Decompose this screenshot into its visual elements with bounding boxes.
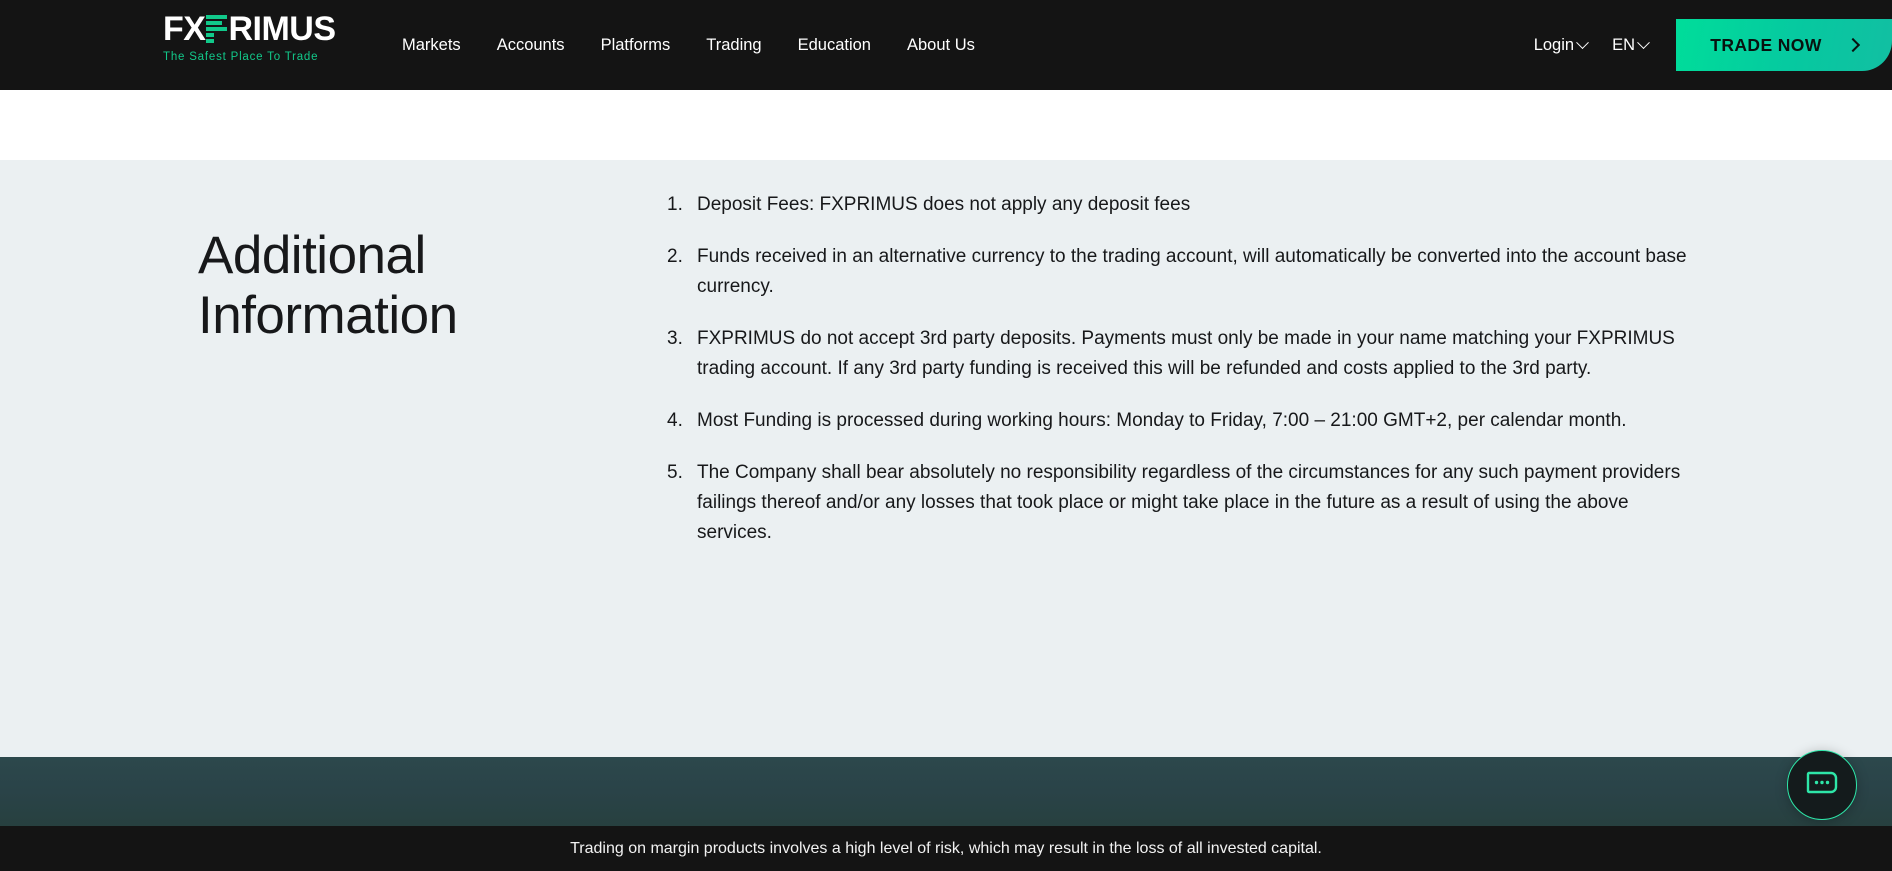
list-item: 3. FXPRIMUS do not accept 3rd party depo… bbox=[667, 324, 1702, 384]
list-item-number: 5. bbox=[667, 462, 683, 483]
logo-suffix: RIMUS bbox=[228, 10, 336, 48]
page-root: FX RIMUS The Safest Place To Trade Marke… bbox=[0, 0, 1892, 871]
list-item: 1. Deposit Fees: FXPRIMUS does not apply… bbox=[667, 190, 1702, 220]
main-navigation: Markets Accounts Platforms Trading Educa… bbox=[402, 0, 975, 90]
nav-item-trading[interactable]: Trading bbox=[706, 36, 761, 55]
site-header: FX RIMUS The Safest Place To Trade Marke… bbox=[0, 0, 1892, 90]
logo-tagline: The Safest Place To Trade bbox=[163, 51, 319, 63]
list-item-text: Most Funding is processed during working… bbox=[697, 410, 1627, 431]
additional-information-section: Additional Information 1. Deposit Fees: … bbox=[0, 160, 1892, 757]
list-item-text: Deposit Fees: FXPRIMUS does not apply an… bbox=[697, 194, 1191, 215]
logo-prefix: FX bbox=[163, 10, 206, 48]
chevron-right-icon bbox=[1845, 37, 1860, 53]
logo-p-glyph-icon bbox=[206, 15, 228, 43]
additional-information-list: 1. Deposit Fees: FXPRIMUS does not apply… bbox=[667, 190, 1702, 570]
trade-now-label: TRADE NOW bbox=[1710, 34, 1822, 55]
nav-item-education[interactable]: Education bbox=[798, 36, 871, 55]
list-item-text: Funds received in an alternative currenc… bbox=[697, 246, 1687, 297]
language-label: EN bbox=[1612, 35, 1635, 54]
language-selector[interactable]: EN bbox=[1612, 35, 1650, 55]
logo-wordmark: FX RIMUS bbox=[163, 12, 343, 46]
white-spacer bbox=[0, 90, 1892, 160]
footer-band bbox=[0, 757, 1892, 826]
chevron-down-icon bbox=[1576, 35, 1589, 49]
nav-item-accounts[interactable]: Accounts bbox=[497, 36, 565, 55]
risk-disclaimer-text: Trading on margin products involves a hi… bbox=[570, 839, 1322, 857]
chat-widget-button[interactable] bbox=[1787, 750, 1857, 820]
list-item-number: 2. bbox=[667, 246, 683, 267]
list-item-text: FXPRIMUS do not accept 3rd party deposit… bbox=[697, 328, 1675, 379]
login-label: Login bbox=[1533, 35, 1575, 54]
list-item: 5. The Company shall bear absolutely no … bbox=[667, 458, 1702, 548]
site-logo[interactable]: FX RIMUS The Safest Place To Trade bbox=[163, 12, 343, 63]
nav-item-about-us[interactable]: About Us bbox=[907, 36, 975, 55]
risk-disclaimer-bar: Trading on margin products involves a hi… bbox=[0, 826, 1892, 871]
login-menu[interactable]: Login bbox=[1533, 35, 1589, 55]
trade-now-button[interactable]: TRADE NOW bbox=[1676, 19, 1892, 71]
list-item-number: 3. bbox=[667, 328, 683, 349]
header-actions: Login EN TRADE NOW bbox=[1534, 0, 1892, 90]
chevron-down-icon bbox=[1637, 35, 1650, 49]
chat-bubble-icon bbox=[1806, 771, 1838, 794]
list-item-text: The Company shall bear absolutely no res… bbox=[697, 462, 1681, 543]
list-item: 4. Most Funding is processed during work… bbox=[667, 406, 1702, 436]
list-item: 2. Funds received in an alternative curr… bbox=[667, 242, 1702, 302]
nav-item-platforms[interactable]: Platforms bbox=[601, 36, 671, 55]
page-title: Additional Information bbox=[198, 226, 458, 346]
list-item-number: 1. bbox=[667, 194, 683, 215]
list-item-number: 4. bbox=[667, 410, 683, 431]
nav-item-markets[interactable]: Markets bbox=[402, 36, 461, 55]
